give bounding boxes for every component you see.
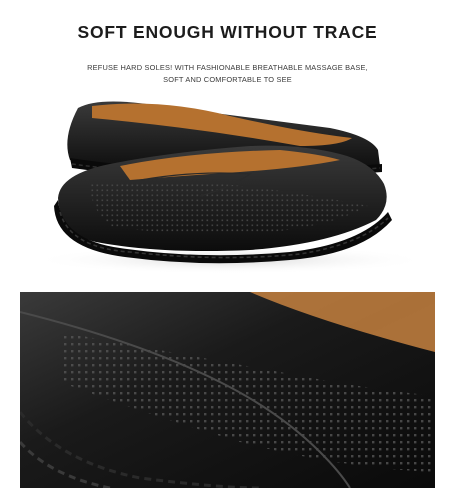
subtitle-line-2: SOFT AND COMFORTABLE TO SEE [163,75,292,84]
page-title: SOFT ENOUGH WITHOUT TRACE [77,22,378,42]
subtitle-line-1: REFUSE HARD SOLES! WITH FASHIONABLE BREA… [87,63,368,72]
detail-closeup-image [20,292,435,488]
product-image-loafers [30,101,430,274]
